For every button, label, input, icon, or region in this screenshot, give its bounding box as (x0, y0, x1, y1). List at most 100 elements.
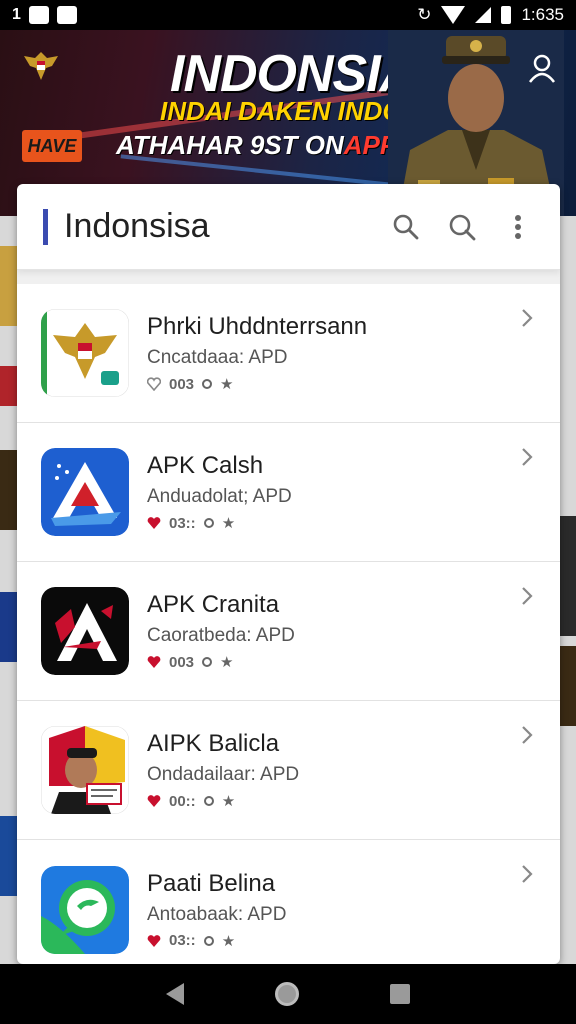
header-divider (17, 270, 560, 284)
recent-apps-icon[interactable] (390, 984, 411, 1004)
chat-bubble-icon (41, 865, 129, 954)
app-subtitle: Anduadolat; APD (147, 486, 292, 507)
app-meta-count: 003 (169, 653, 195, 671)
app-meta: 03:: ★ (147, 514, 292, 532)
app-meta: 00:: ★ (147, 792, 299, 810)
title-accent (43, 208, 48, 245)
app-icon-balicla (41, 726, 129, 814)
list-item[interactable]: Paati Belina Antoabaak: APD 03:: ★ (17, 840, 560, 964)
card-header: Indonsisa (17, 184, 560, 270)
app-name: Paati Belina (147, 869, 276, 897)
star-icon: ★ (220, 654, 234, 671)
dot-icon (203, 796, 214, 806)
app-subtitle: Antoabaak: APD (147, 903, 287, 925)
app-text: Paati Belina Antoabaak: APD 03:: ★ (147, 870, 286, 950)
signal-icon (475, 7, 492, 23)
list-item[interactable]: AIPK Balicla Ondadailaar: APD 00:: ★ (17, 701, 560, 840)
background-decoration (0, 246, 18, 326)
app-subtitle: Ondadailaar: APD (147, 764, 300, 785)
notification-icon-2 (56, 6, 77, 24)
wifi-icon (441, 6, 466, 24)
search-button-2[interactable] (446, 211, 478, 243)
star-icon: ★ (220, 376, 234, 393)
star-icon: ★ (221, 515, 236, 532)
background-decoration (558, 646, 576, 726)
dot-icon (202, 657, 213, 667)
notification-icon (28, 6, 49, 24)
system-nav-bar (0, 964, 576, 1024)
app-text: Phrki Uhddnterrsann Cncatdaaa: APD 003 ★ (147, 313, 367, 393)
profile-icon[interactable] (526, 52, 558, 84)
chevron-right-icon (522, 309, 533, 327)
status-right: ↻ 1:635 (417, 5, 564, 25)
app-meta-count: 03:: (169, 932, 196, 949)
background-decoration (0, 450, 18, 530)
chevron-right-icon (522, 865, 533, 883)
garuda-icon (41, 309, 129, 397)
apk-logo-icon (41, 587, 129, 675)
app-icon-calsh (41, 448, 129, 536)
banner-tagline-main: ATHAHAR 9ST ON (116, 130, 344, 160)
portrait-icon (41, 726, 129, 814)
app-name: Phrki Uhddnterrsann (147, 313, 368, 340)
more-options-button[interactable] (502, 211, 534, 243)
app-text: APK Cranita Caoratbeda: APD 003 ★ (147, 591, 295, 671)
app-meta: 003 ★ (147, 375, 367, 393)
clock: 1:635 (521, 5, 564, 24)
heart-icon (147, 517, 161, 529)
search-icon (393, 214, 419, 239)
heart-icon (147, 656, 161, 668)
app-icon-belina (41, 865, 129, 954)
app-meta: 03:: ★ (147, 932, 286, 950)
star-icon: ★ (221, 932, 236, 950)
list-item[interactable]: APK Calsh Anduadolat; APD 03:: ★ (17, 423, 560, 562)
heart-icon (147, 795, 161, 807)
banner-tag[interactable]: HAVE (22, 130, 82, 162)
home-icon[interactable] (274, 982, 299, 1006)
app-icon-garuda (41, 309, 129, 397)
app-text: AIPK Balicla Ondadailaar: APD 00:: ★ (147, 730, 299, 810)
background-decoration (0, 592, 18, 662)
app-name: AIPK Balicla (147, 730, 280, 757)
app-list: Phrki Uhddnterrsann Cncatdaaa: APD 003 ★ (17, 284, 560, 964)
background-decoration (0, 816, 18, 896)
apk-logo-icon (41, 448, 129, 536)
background-decoration (0, 366, 18, 406)
chevron-right-icon (522, 448, 533, 466)
app-text: APK Calsh Anduadolat; APD 03:: ★ (147, 452, 292, 532)
status-left: 1 (12, 6, 77, 24)
app-meta-count: 03:: (169, 514, 196, 532)
heart-icon (147, 934, 161, 947)
app-name: APK Cranita (147, 591, 280, 618)
header-actions (390, 211, 534, 243)
app-meta-count: 00:: (169, 792, 196, 810)
app-subtitle: Caoratbeda: APD (147, 625, 295, 646)
search-button[interactable] (390, 211, 422, 243)
heart-icon (147, 377, 161, 391)
app-icon-cranita (41, 587, 129, 675)
app-subtitle: Cncatdaaa: APD (147, 347, 288, 368)
dot-icon (202, 379, 213, 389)
app-list-card: Indonsisa Phrki Uhddnterrsann Cncatdaaa:… (17, 184, 560, 964)
list-item[interactable]: APK Cranita Caoratbeda: APD 003 ★ (17, 562, 560, 701)
data-saver-icon: ↻ (417, 5, 432, 24)
chevron-right-icon (522, 726, 533, 744)
app-meta: 003 ★ (147, 653, 295, 671)
list-item[interactable]: Phrki Uhddnterrsann Cncatdaaa: APD 003 ★ (17, 284, 560, 423)
chevron-right-icon (522, 587, 533, 605)
page-title: Indonsisa (64, 207, 210, 245)
status-left-text: 1 (12, 6, 21, 23)
back-icon[interactable] (165, 983, 184, 1005)
app-name: APK Calsh (147, 452, 264, 479)
dot-icon (203, 935, 214, 946)
background-decoration (558, 516, 576, 636)
garuda-emblem-icon (24, 52, 58, 80)
banner-title: INDONSIA (170, 45, 417, 103)
search-icon (449, 214, 476, 240)
battery-icon (501, 6, 512, 24)
status-bar: 1 ↻ 1:635 (0, 0, 576, 30)
more-vert-icon (515, 214, 521, 239)
star-icon: ★ (221, 793, 236, 810)
app-meta-count: 003 (169, 375, 195, 393)
dot-icon (203, 518, 214, 528)
